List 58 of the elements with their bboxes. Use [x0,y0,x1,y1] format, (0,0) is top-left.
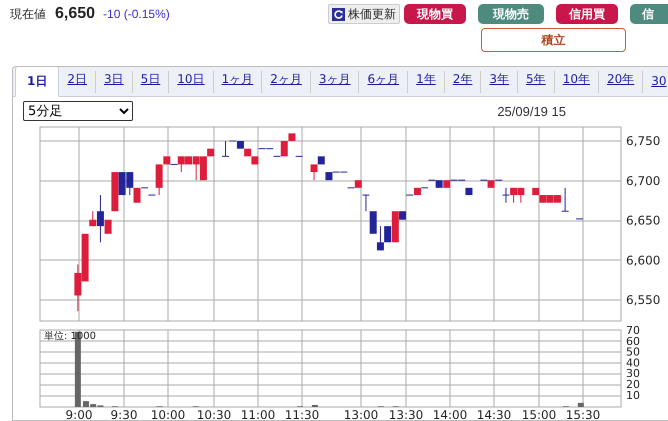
volume-axis-label: 50 [626,346,640,359]
volume-axis-label: 60 [626,334,640,348]
price-axis-label: 6,650 [626,214,660,228]
time-axis-label: 13:00 [344,408,378,420]
period-tab[interactable]: 3ヶ月 [310,71,360,93]
period-tab[interactable]: 6ヶ月 [359,71,408,93]
chart-timestamp: 25/09/19 15 [497,104,566,118]
candlestick [576,218,584,220]
accumulate-button[interactable]: 積立 [481,28,626,52]
period-tab[interactable]: 20年 [598,71,644,93]
price-axis-label: 6,550 [626,293,660,308]
volume-bar [578,402,584,407]
volume-axis-label: 40 [626,356,640,370]
sell-button[interactable]: 現物売 [478,4,544,24]
volume-axis-label: 30 [626,367,640,380]
time-axis-label: 11:30 [284,408,320,420]
volume-bar [312,404,318,407]
time-axis-label: 9:00 [66,408,92,420]
time-axis-label: 10:00 [150,408,186,420]
current-price: 6,650 [55,5,96,23]
period-tab[interactable]: 1日 [15,67,60,97]
candlestick [295,156,304,157]
period-tab[interactable]: 2ヶ月 [262,71,311,93]
candlestick [502,187,510,204]
period-tab[interactable]: 2日 [59,71,96,93]
time-axis-label: 10:30 [196,408,232,420]
period-tab[interactable]: 3年 [481,71,518,93]
time-axis-label: 9:30 [110,408,138,420]
period-tab[interactable]: 1ヶ月 [214,71,262,93]
candlestick [362,194,370,212]
period-tab[interactable]: 10年 [554,71,599,93]
period-tab[interactable]: 1年 [408,71,445,93]
price-label: 現在値 [10,6,46,22]
period-tab[interactable]: 3日 [96,71,133,93]
period-tab[interactable]: 5日 [132,71,170,93]
interval-select[interactable]: 5分足 [23,101,133,121]
time-axis-label: 11:00 [240,408,276,420]
price-axis-label: 6,600 [626,253,660,268]
price-change: -10 (-0.15%) [103,7,170,21]
period-tab[interactable]: 2年 [444,71,482,93]
time-axis-label: 15:00 [522,408,556,420]
period-tab[interactable]: 10日 [169,71,214,93]
sell-button[interactable]: 信 [630,4,668,24]
price-axis-label: 6,700 [626,174,660,188]
price-axis-label: 6,750 [626,134,660,148]
volume-axis-label: 10 [626,388,640,402]
refresh-button[interactable]: 株価更新 [328,4,400,24]
time-axis-label: 15:30 [566,408,600,420]
time-axis-label: 14:30 [476,408,512,420]
time-axis-label: 13:30 [388,408,424,420]
volume-axis-label: 70 [626,324,640,337]
buy-button[interactable]: 信用買 [556,4,618,24]
refresh-icon [332,8,345,20]
period-tab[interactable]: 5年 [518,71,555,93]
time-axis-label: 14:00 [432,408,468,420]
volume-axis-label: 20 [626,378,640,391]
buy-button[interactable]: 現物買 [404,4,466,24]
period-tab[interactable]: 30 [643,74,668,93]
